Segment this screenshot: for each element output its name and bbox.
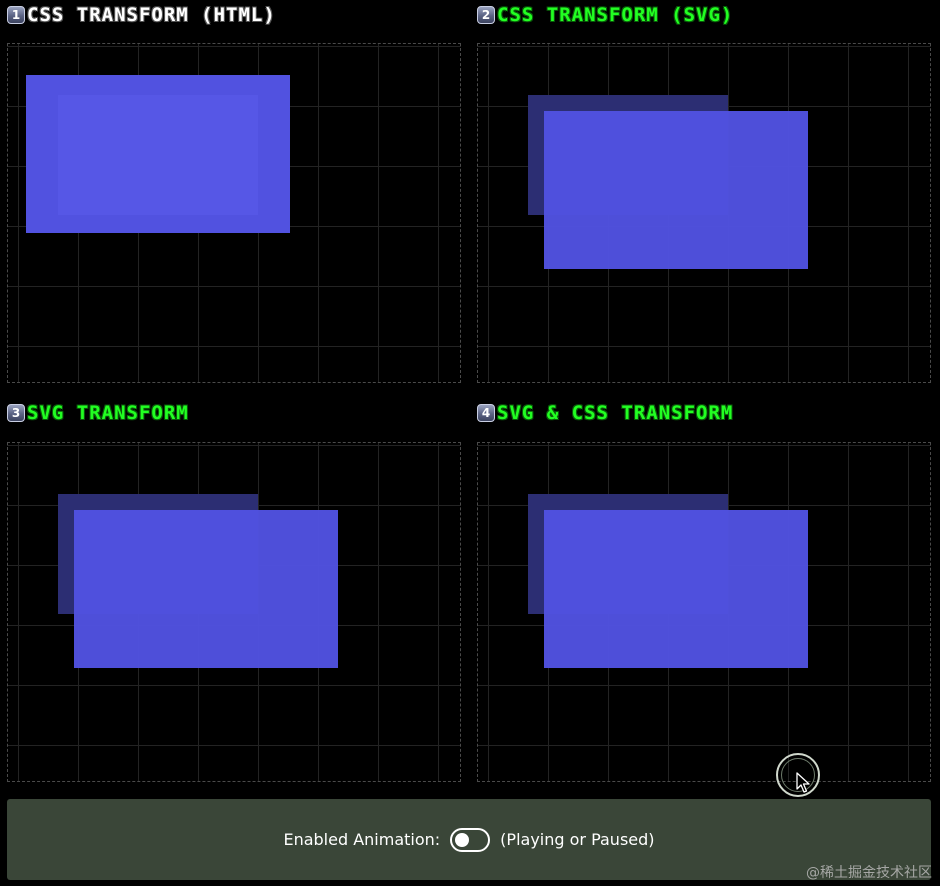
panel-2-title: 2 CSS TRANSFORM (SVG) xyxy=(477,3,733,27)
panel-2-transformed-rect xyxy=(544,111,808,269)
animation-toggle-switch[interactable] xyxy=(450,827,491,852)
animation-status-text: (Playing or Paused) xyxy=(500,830,655,849)
panel-1-origin-rect xyxy=(58,95,258,215)
panel-4-stage xyxy=(477,442,931,782)
number-4-badge-icon: 4 xyxy=(477,404,495,422)
panel-4-title: 4 SVG & CSS TRANSFORM xyxy=(477,401,733,425)
panel-2-title-text: CSS TRANSFORM (SVG) xyxy=(497,4,734,26)
number-1-badge-icon: 1 xyxy=(7,6,25,24)
panel-2-stage xyxy=(477,43,931,383)
watermark: @稀土掘金技术社区 xyxy=(806,865,932,881)
toggle-knob[interactable] xyxy=(455,832,470,847)
number-2-badge-icon: 2 xyxy=(477,6,495,24)
panel-1-stage xyxy=(7,43,461,383)
panel-3-title: 3 SVG TRANSFORM xyxy=(7,401,189,425)
panel-3-transformed-rect xyxy=(74,510,338,668)
animation-controls-bar: Enabled Animation: (Playing or Paused) xyxy=(7,799,931,880)
number-3-badge-icon: 3 xyxy=(7,404,25,422)
panel-4-title-text: SVG & CSS TRANSFORM xyxy=(497,402,734,424)
panel-3-title-text: SVG TRANSFORM xyxy=(27,402,189,424)
enabled-animation-label: Enabled Animation: xyxy=(283,830,441,849)
panel-3-stage xyxy=(7,442,461,782)
panel-1-title: 1 CSS TRANSFORM (HTML) xyxy=(7,3,276,27)
mouse-pointer-icon xyxy=(796,772,810,793)
panel-4-transformed-rect xyxy=(544,510,808,668)
panel-1-title-text: CSS TRANSFORM (HTML) xyxy=(27,4,276,26)
